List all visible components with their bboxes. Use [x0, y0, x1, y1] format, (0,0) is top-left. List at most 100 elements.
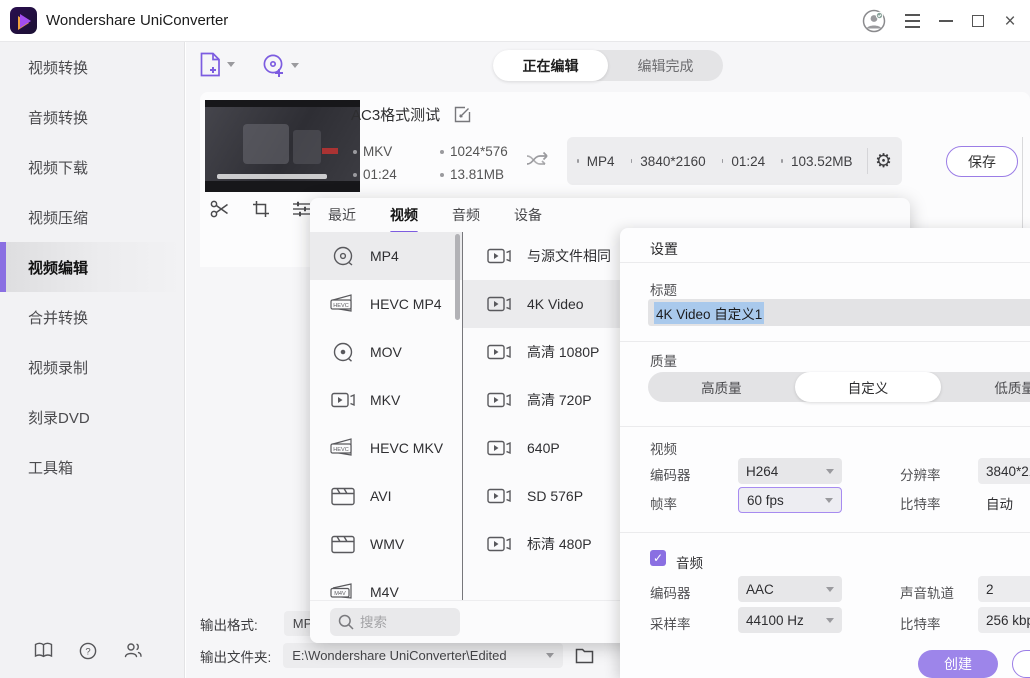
app-logo-icon: [10, 7, 37, 34]
community-icon[interactable]: [123, 642, 143, 660]
menu-icon[interactable]: [900, 0, 924, 42]
chevron-down-icon: [546, 653, 554, 658]
video-camera-icon: [487, 247, 511, 265]
format-popup-tabs: 最近 视频 音频 设备: [310, 198, 542, 232]
trim-scissors-icon[interactable]: [210, 200, 230, 218]
source-size: 13.81MB: [440, 167, 504, 182]
quality-low[interactable]: 低质量: [941, 372, 1030, 402]
format-item-wmv[interactable]: WMV: [310, 520, 462, 568]
video-section-title: 视频: [650, 438, 677, 458]
audio-bitrate-select[interactable]: 256 kbps: [978, 607, 1030, 633]
minimize-button[interactable]: [934, 0, 958, 42]
edit-tools: [210, 200, 311, 218]
hevc-badge-icon: HEVC: [330, 437, 356, 459]
samplerate-select[interactable]: 44100 Hz: [738, 607, 842, 633]
video-encoder-label: 编码器: [650, 464, 691, 484]
audio-encoder-label: 编码器: [650, 582, 691, 602]
format-item-hevc-mp4[interactable]: HEVC HEVC MP4: [310, 280, 462, 328]
file-title-row: AC3格式测试: [351, 104, 471, 125]
channels-select[interactable]: 2: [978, 576, 1030, 602]
format-item-mp4[interactable]: MP4: [310, 232, 462, 280]
add-file-button[interactable]: [200, 52, 235, 77]
name-label: 标题: [650, 279, 677, 299]
account-avatar-icon[interactable]: [860, 0, 888, 42]
chevron-down-icon: [826, 469, 834, 474]
sidebar-item-video-convert[interactable]: 视频转换: [0, 42, 184, 92]
sidebar-item-audio-convert[interactable]: 音频转换: [0, 92, 184, 142]
source-format: MKV: [353, 144, 392, 159]
format-item-avi[interactable]: AVI: [310, 472, 462, 520]
close-button[interactable]: ×: [998, 0, 1022, 42]
guide-book-icon[interactable]: [34, 642, 53, 660]
search-icon: [338, 614, 354, 630]
source-resolution: 1024*576: [440, 144, 508, 159]
samplerate-label: 采样率: [650, 613, 691, 633]
framerate-select[interactable]: 60 fps: [738, 487, 842, 513]
app-title: Wondershare UniConverter: [46, 12, 228, 29]
sidebar-item-merge-convert[interactable]: 合并转换: [0, 292, 184, 342]
chevron-down-icon: [825, 498, 833, 503]
add-disc-button[interactable]: [262, 53, 299, 77]
sidebar-item-video-edit[interactable]: 视频编辑: [0, 242, 184, 292]
format-list-scrollbar[interactable]: [455, 234, 460, 320]
sidebar-footer: ?: [0, 642, 185, 660]
audio-section-title: 音频: [676, 552, 703, 572]
output-folder-select[interactable]: E:\Wondershare UniConverter\Edited: [283, 643, 563, 668]
resolution-label: 分辨率: [900, 464, 941, 484]
resolution-select[interactable]: 3840*2160: [978, 458, 1030, 484]
sidebar-item-toolbox[interactable]: 工具箱: [0, 442, 184, 492]
title-input[interactable]: 4K Video 自定义1: [648, 299, 1030, 326]
disc-icon: [330, 341, 356, 363]
svg-text:HEVC: HEVC: [333, 303, 349, 309]
sidebar-item-video-compress[interactable]: 视频压缩: [0, 192, 184, 242]
output-size: 103.52MB: [791, 154, 853, 169]
video-camera-icon: [487, 295, 511, 313]
crop-icon[interactable]: [252, 200, 270, 218]
format-item-mov[interactable]: MOV: [310, 328, 462, 376]
disc-icon: [330, 245, 356, 267]
video-encoder-select[interactable]: H264: [738, 458, 842, 484]
chevron-down-icon: [291, 63, 299, 68]
audio-bitrate-label: 比特率: [900, 613, 941, 633]
chevron-down-icon: [227, 62, 235, 67]
output-info-box: MP4 3840*2160 01:24 103.52MB ⚙: [567, 137, 902, 185]
clapperboard-icon: [330, 487, 356, 506]
hevc-badge-icon: HEVC: [330, 293, 356, 315]
quality-high[interactable]: 高质量: [648, 372, 795, 402]
save-button[interactable]: 保存: [946, 146, 1018, 177]
audio-encoder-select[interactable]: AAC: [738, 576, 842, 602]
video-bitrate-label: 比特率: [900, 493, 941, 513]
video-thumbnail[interactable]: [205, 100, 360, 192]
tab-audio[interactable]: 音频: [452, 198, 480, 233]
svg-text:HEVC: HEVC: [333, 447, 349, 453]
video-camera-icon: [487, 391, 511, 409]
output-folder-label: 输出文件夹:: [200, 646, 271, 666]
sidebar-item-burn-dvd[interactable]: 刻录DVD: [0, 392, 184, 442]
maximize-button[interactable]: [966, 0, 990, 42]
tab-video[interactable]: 视频: [390, 198, 418, 233]
output-settings-gear-icon[interactable]: ⚙: [875, 150, 892, 173]
tab-device[interactable]: 设备: [514, 198, 542, 233]
audio-checkbox[interactable]: ✓: [650, 550, 666, 566]
format-item-mkv[interactable]: MKV: [310, 376, 462, 424]
sidebar-item-video-download[interactable]: 视频下载: [0, 142, 184, 192]
source-duration: 01:24: [353, 167, 397, 182]
rename-edit-icon[interactable]: [454, 106, 471, 123]
tab-recent[interactable]: 最近: [328, 198, 356, 233]
convert-shuffle-icon: [526, 150, 552, 170]
tab-edited[interactable]: 编辑完成: [608, 50, 723, 81]
open-folder-icon[interactable]: [575, 648, 594, 664]
secondary-button-partial[interactable]: [1012, 650, 1030, 678]
channels-label: 声音轨道: [900, 582, 954, 602]
output-format-label: 输出格式:: [200, 614, 258, 634]
app-window: Wondershare UniConverter × 视频转换 音频转换 视频下…: [0, 0, 1030, 678]
quality-custom[interactable]: 自定义: [795, 372, 942, 402]
effects-sliders-icon[interactable]: [292, 200, 311, 218]
help-icon[interactable]: ?: [79, 642, 97, 660]
sidebar-item-screen-record[interactable]: 视频录制: [0, 342, 184, 392]
tab-editing[interactable]: 正在编辑: [493, 50, 608, 81]
settings-title: 设置: [650, 239, 678, 259]
format-item-hevc-mkv[interactable]: HEVC HEVC MKV: [310, 424, 462, 472]
create-button[interactable]: 创建: [918, 650, 998, 678]
video-camera-icon: [330, 391, 356, 409]
